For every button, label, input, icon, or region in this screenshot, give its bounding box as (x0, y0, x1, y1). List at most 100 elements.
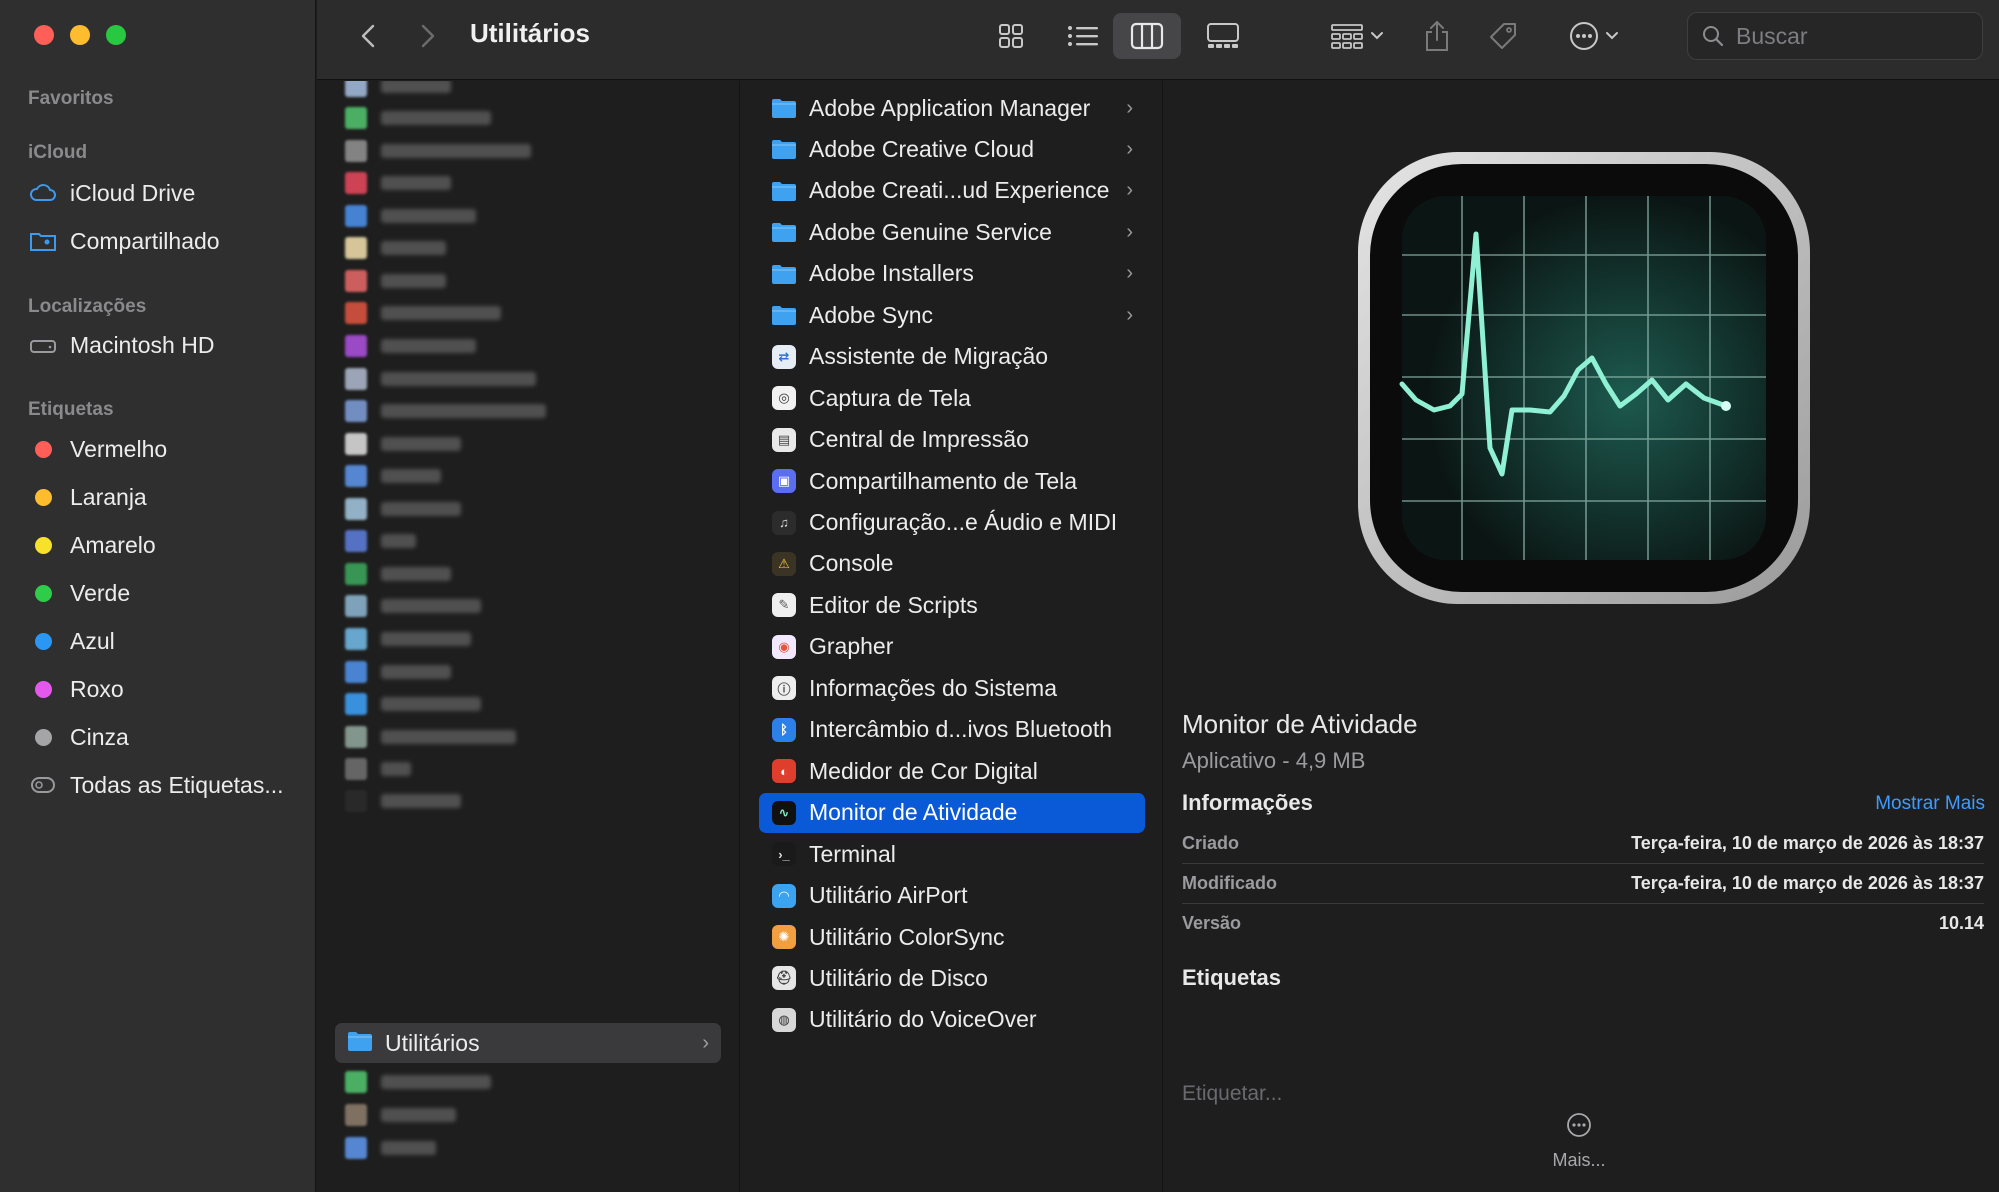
sidebar-tag-verde[interactable]: Verde (30, 575, 130, 611)
column-item[interactable]: Adobe Creative Cloud › (759, 129, 1145, 169)
list-view-button[interactable] (1053, 14, 1113, 58)
terminal-icon: ›_ (771, 841, 797, 867)
back-button[interactable] (351, 18, 385, 54)
chevron-right-icon: › (1126, 179, 1133, 202)
redacted-label (381, 632, 471, 646)
column-item[interactable]: ◠ Utilitário AirPort (759, 876, 1145, 916)
search-field[interactable] (1687, 12, 1983, 60)
column-item-label: Editor de Scripts (809, 591, 978, 618)
show-more-link[interactable]: Mostrar Mais (1875, 793, 1985, 815)
column-browser-1[interactable]: Utilitários › (317, 81, 740, 1192)
sidebar-tag-cinza[interactable]: Cinza (30, 719, 129, 755)
column-item[interactable]: Adobe Creati...ud Experience › (759, 171, 1145, 211)
column-item[interactable]: ✺ Utilitário ColorSync (759, 917, 1145, 957)
colorsync-icon: ✺ (771, 924, 797, 950)
list-item[interactable] (345, 364, 536, 394)
list-item[interactable] (345, 494, 461, 524)
column-item-utilitarios[interactable]: Utilitários › (335, 1023, 721, 1063)
column-item-label: Captura de Tela (809, 384, 971, 411)
list-item[interactable] (345, 266, 446, 296)
list-item[interactable] (345, 559, 451, 589)
column-item[interactable]: Adobe Sync › (759, 295, 1145, 335)
icon-view-button[interactable] (981, 14, 1041, 58)
group-by-button[interactable] (1320, 14, 1394, 58)
list-item[interactable] (345, 429, 461, 459)
list-item[interactable] (345, 624, 471, 654)
preview-kind: Aplicativo - 4,9 MB (1182, 748, 1366, 773)
list-item[interactable] (345, 168, 451, 198)
list-item[interactable] (345, 81, 451, 101)
list-item[interactable] (345, 689, 481, 719)
column-item-label: Grapher (809, 633, 894, 660)
column-item[interactable]: ›_ Terminal (759, 834, 1145, 874)
list-item[interactable] (345, 786, 461, 816)
search-input[interactable] (1736, 22, 1966, 50)
list-item[interactable] (345, 461, 441, 491)
list-item[interactable] (345, 591, 481, 621)
column-item[interactable]: ⚠ Console (759, 544, 1145, 584)
column-item-label: Adobe Installers (809, 260, 974, 287)
list-item[interactable] (345, 1133, 436, 1163)
sidebar-tag-vermelho[interactable]: Vermelho (30, 431, 167, 467)
sidebar-item-macintosh-hd[interactable]: Macintosh HD (30, 327, 214, 363)
column-item[interactable]: ◍ Utilitário do VoiceOver (759, 1000, 1145, 1040)
column-browser-2[interactable]: Adobe Application Manager › Adobe Creative… (741, 81, 1163, 1192)
sidebar-item-label: Laranja (70, 483, 147, 510)
gallery-view-button[interactable] (1193, 14, 1253, 58)
share-button[interactable] (1417, 12, 1457, 60)
sidebar-item-label: Roxo (70, 675, 124, 702)
tags-input[interactable]: Etiquetar... (1182, 1082, 1282, 1106)
sidebar-tag-amarelo[interactable]: Amarelo (30, 527, 156, 563)
list-item[interactable] (345, 657, 451, 687)
zoom-button[interactable] (106, 25, 126, 45)
column-item[interactable]: Adobe Application Manager › (759, 88, 1145, 128)
minimize-button[interactable] (70, 25, 90, 45)
list-item[interactable] (345, 396, 546, 426)
column-item[interactable]: ◐ Medidor de Cor Digital (759, 751, 1145, 791)
redacted-label (381, 339, 476, 353)
list-item[interactable] (345, 1100, 456, 1130)
list-item[interactable] (345, 1067, 491, 1097)
column-item-label: Intercâmbio d...ivos Bluetooth (809, 716, 1112, 743)
app-icon (345, 628, 367, 650)
app-icon (345, 758, 367, 780)
forward-button[interactable] (411, 18, 445, 54)
column-view-button[interactable] (1113, 13, 1181, 59)
column-item[interactable]: ⓘ Informações do Sistema (759, 668, 1145, 708)
list-item[interactable] (345, 722, 516, 752)
list-item[interactable] (345, 754, 411, 784)
more-button[interactable]: Mais... (1524, 1111, 1634, 1171)
sidebar-item-label: Cinza (70, 723, 129, 750)
sidebar-tag-roxo[interactable]: Roxo (30, 671, 124, 707)
list-item[interactable] (345, 526, 416, 556)
list-item[interactable] (345, 331, 476, 361)
column-item[interactable]: ᛒ Intercâmbio d...ivos Bluetooth (759, 710, 1145, 750)
column-item[interactable]: Adobe Genuine Service › (759, 212, 1145, 252)
column-item[interactable]: ▣ Compartilhamento de Tela (759, 461, 1145, 501)
list-item[interactable] (345, 103, 491, 133)
close-button[interactable] (34, 25, 54, 45)
action-menu-button[interactable] (1557, 14, 1631, 58)
column-item[interactable]: ▤ Central de Impressão (759, 420, 1145, 460)
column-item[interactable]: ⇄ Assistente de Migração (759, 337, 1145, 377)
list-item[interactable] (345, 201, 476, 231)
list-item[interactable] (345, 298, 501, 328)
sidebar-item-label: Vermelho (70, 435, 168, 462)
list-item[interactable] (345, 136, 531, 166)
sidebar-item-icloud-drive[interactable]: iCloud Drive (30, 175, 195, 211)
sidebar-tag-laranja[interactable]: Laranja (30, 479, 147, 515)
screenshot-icon: ◎ (771, 385, 797, 411)
redacted-label (381, 794, 461, 808)
column-item[interactable]: ⛑ Utilitário de Disco (759, 958, 1145, 998)
list-item[interactable] (345, 233, 446, 263)
sidebar-tag-azul[interactable]: Azul (30, 623, 115, 659)
sidebar-item-compartilhado[interactable]: Compartilhado (30, 223, 220, 259)
column-item[interactable]: ∿ Monitor de Atividade (759, 792, 1145, 833)
sidebar-all-tags[interactable]: Todas as Etiquetas... (30, 767, 284, 803)
column-item[interactable]: ◉ Grapher (759, 627, 1145, 667)
tag-button[interactable] (1483, 14, 1523, 58)
column-item[interactable]: Adobe Installers › (759, 254, 1145, 294)
column-item[interactable]: ✎ Editor de Scripts (759, 585, 1145, 625)
column-item[interactable]: ◎ Captura de Tela (759, 378, 1145, 418)
column-item[interactable]: ♫ Configuração...e Áudio e MIDI (759, 503, 1145, 543)
